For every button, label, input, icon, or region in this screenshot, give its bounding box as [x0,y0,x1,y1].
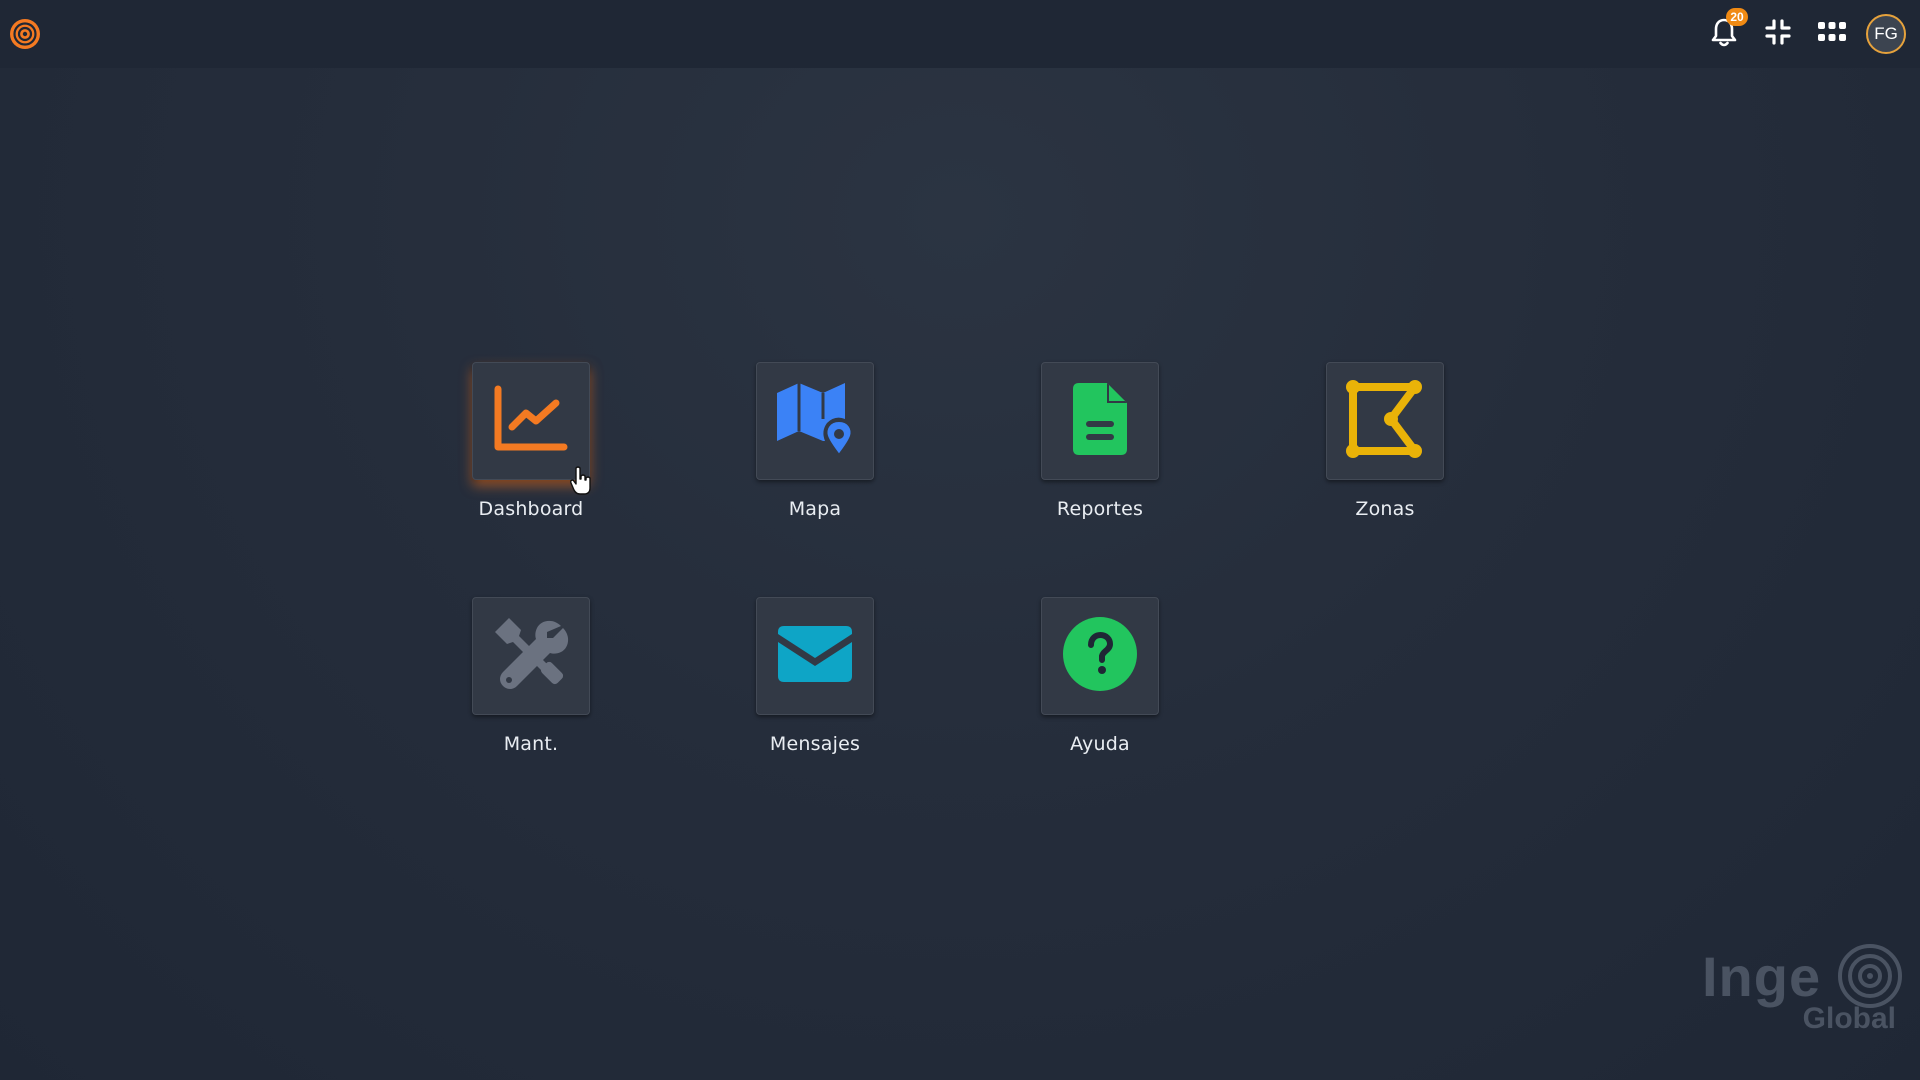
app-label-mapa: Mapa [788,498,842,520]
app-tile-reportes-box[interactable] [1041,362,1159,480]
notification-count-badge: 20 [1726,8,1748,26]
app-tile-mensajes[interactable]: Mensajes [750,597,880,755]
compress-icon [1764,18,1792,50]
top-bar: 20 FG [0,0,1920,68]
app-tile-mantenimiento[interactable]: Mant. [466,597,596,755]
target-logo-icon [1838,944,1902,1008]
app-tile-mapa-box[interactable] [756,362,874,480]
app-tile-zonas-box[interactable] [1326,362,1444,480]
app-label-zonas: Zonas [1355,498,1415,520]
top-actions: 20 FG [1692,8,1908,54]
app-tile-mantenimiento-box[interactable] [472,597,590,715]
app-label-mantenimiento: Mant. [503,733,559,755]
tools-icon [491,614,571,698]
app-label-reportes: Reportes [1056,498,1144,520]
app-tile-ayuda[interactable]: Ayuda [1035,597,1165,755]
target-logo-icon[interactable] [9,18,41,50]
watermark-line1: Inge [1702,945,1822,1008]
compress-button[interactable] [1756,14,1800,54]
avatar: FG [1866,14,1906,54]
app-tile-reportes[interactable]: Reportes [1035,362,1165,520]
app-tile-ayuda-box[interactable] [1041,597,1159,715]
notifications-button[interactable]: 20 [1702,8,1748,54]
app-tile-mensajes-box[interactable] [756,597,874,715]
document-icon [1071,381,1129,461]
app-tile-zonas[interactable]: Zonas [1320,362,1450,520]
polygon-icon [1345,379,1425,463]
app-tile-mapa[interactable]: Mapa [750,362,880,520]
grid-icon [1817,21,1847,47]
brand-watermark: Inge Global [1702,944,1902,1044]
apps-grid-button[interactable] [1810,14,1854,54]
app-label-dashboard: Dashboard [478,498,584,520]
app-label-ayuda: Ayuda [1070,733,1130,755]
app-tile-dashboard[interactable]: Dashboard [466,362,596,520]
help-icon [1062,616,1138,696]
line-chart-icon [492,383,570,459]
envelope-icon [776,624,854,688]
app-label-mensajes: Mensajes [769,733,861,755]
watermark-line2: Global [1802,1002,1896,1035]
user-menu-button[interactable]: FG [1864,14,1908,54]
map-pin-icon [773,379,857,463]
app-tile-dashboard-box[interactable] [472,362,590,480]
